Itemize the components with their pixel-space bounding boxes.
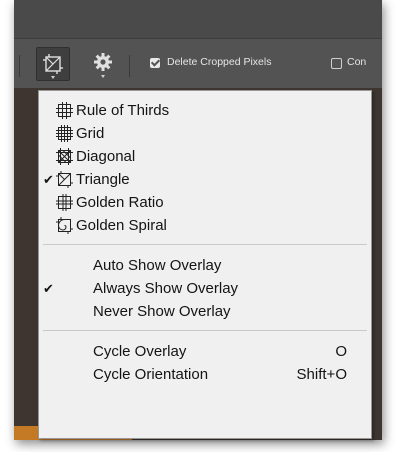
menu-item-shortcut: Shift+O — [296, 366, 347, 383]
crop-options-bar: Delete Cropped Pixels Con — [14, 38, 382, 89]
menu-item-golden-spiral[interactable]: Golden Spiral — [39, 214, 371, 237]
menu-separator — [43, 330, 367, 331]
content-aware-label: Con — [347, 56, 367, 68]
menu-item-diagonal[interactable]: Diagonal — [39, 145, 371, 168]
menu-item-label: Never Show Overlay — [93, 303, 231, 320]
menu-item-label: Golden Spiral — [76, 217, 167, 234]
golden-spiral-icon — [56, 217, 73, 234]
menu-item-label: Always Show Overlay — [93, 280, 239, 297]
menu-item-always-show-overlay[interactable]: ✔ Always Show Overlay — [39, 277, 371, 300]
menu-item-never-show-overlay[interactable]: Never Show Overlay — [39, 300, 371, 323]
delete-cropped-pixels-label: Delete Cropped Pixels — [167, 56, 272, 68]
menu-item-label: Grid — [76, 125, 105, 142]
menu-item-auto-show-overlay[interactable]: Auto Show Overlay — [39, 254, 371, 277]
menu-item-rule-of-thirds[interactable]: Rule of Thirds — [39, 99, 371, 122]
menu-item-grid[interactable]: Grid — [39, 122, 371, 145]
menu-item-label: Auto Show Overlay — [93, 257, 222, 274]
dropdown-indicator-icon — [101, 75, 105, 78]
checkmark-icon: ✔ — [43, 172, 54, 187]
triangle-overlay-icon — [43, 54, 63, 74]
delete-cropped-pixels-checkbox[interactable] — [150, 58, 160, 68]
overlay-options-button[interactable] — [36, 47, 70, 81]
top-strip — [14, 0, 382, 38]
menu-item-cycle-overlay[interactable]: Cycle Overlay O — [39, 340, 371, 363]
golden-ratio-icon — [56, 194, 73, 211]
diagonal-icon — [56, 148, 73, 165]
menu-item-label: Triangle — [76, 171, 130, 188]
toolbar-divider — [129, 55, 130, 77]
grid-icon — [56, 125, 73, 142]
menu-item-shortcut: O — [335, 343, 347, 360]
menu-separator — [43, 244, 367, 245]
menu-item-label: Cycle Overlay — [93, 343, 187, 360]
menu-item-golden-ratio[interactable]: Golden Ratio — [39, 191, 371, 214]
crop-settings-button[interactable] — [92, 51, 114, 78]
dropdown-indicator-icon — [51, 76, 55, 79]
menu-item-label: Rule of Thirds — [76, 102, 170, 119]
rule-of-thirds-icon — [56, 102, 73, 119]
checkmark-icon: ✔ — [43, 281, 54, 296]
overlay-options-menu: Rule of Thirds Grid Diagonal ✔ Triangle — [38, 90, 372, 439]
content-aware-checkbox[interactable] — [331, 58, 342, 69]
menu-item-triangle[interactable]: ✔ Triangle — [39, 168, 371, 191]
menu-item-label: Cycle Orientation — [93, 366, 209, 383]
toolbar-divider — [19, 55, 20, 77]
gear-icon — [94, 53, 112, 71]
menu-item-label: Diagonal — [76, 148, 136, 165]
menu-item-label: Golden Ratio — [76, 194, 164, 211]
triangle-icon — [56, 171, 73, 188]
menu-item-cycle-orientation[interactable]: Cycle Orientation Shift+O — [39, 363, 371, 386]
